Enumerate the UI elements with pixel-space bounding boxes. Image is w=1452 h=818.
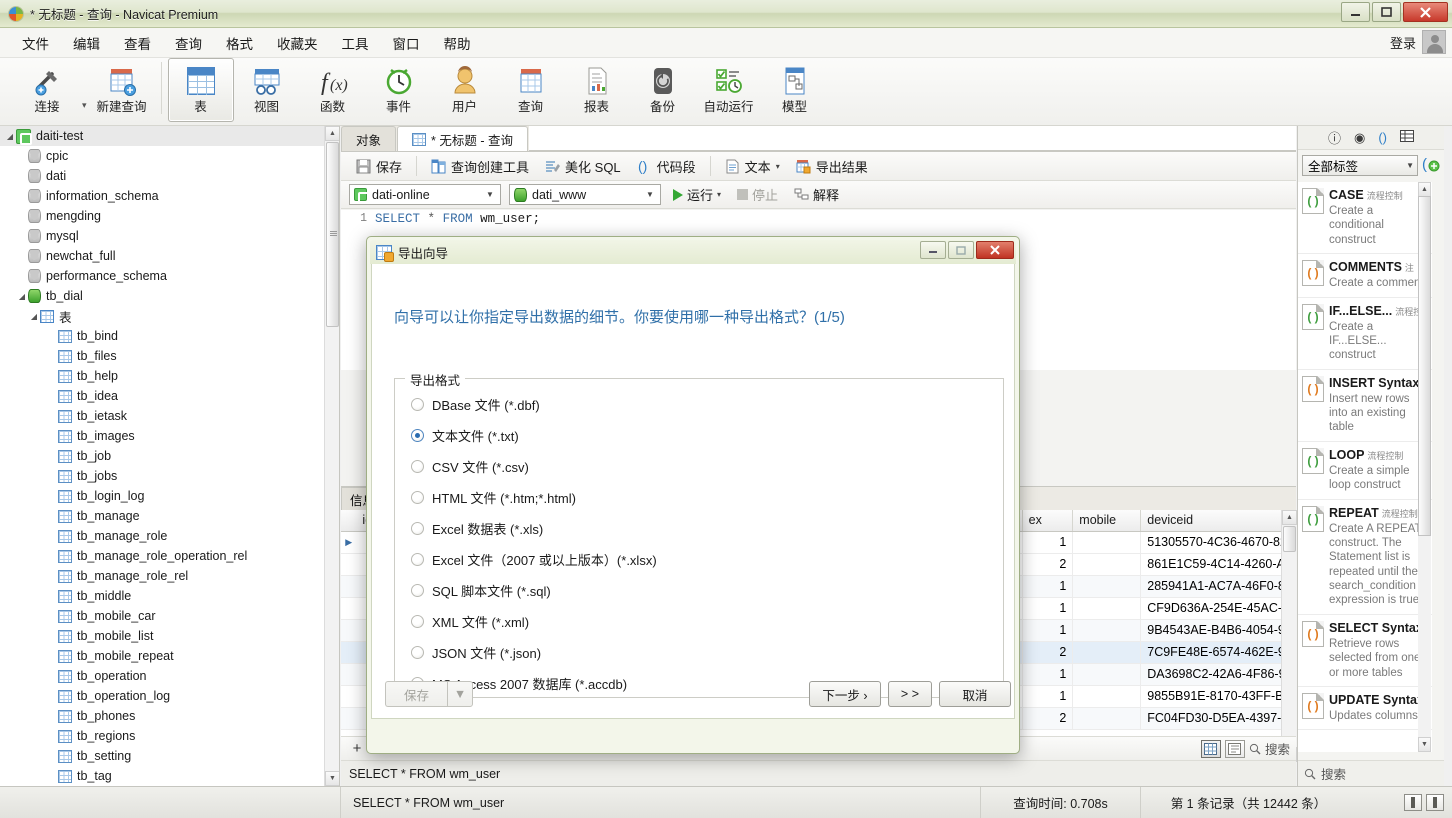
dialog-footer: 保存 ▼ 下一步 › > > 取消 <box>373 671 1023 717</box>
export-format-option-label: Excel 文件（2007 或以上版本）(*.xlsx) <box>432 553 657 568</box>
dialog-window-controls <box>920 241 1014 259</box>
export-format-option-label: HTML 文件 (*.htm;*.html) <box>432 491 576 506</box>
export-wizard-icon <box>376 244 394 262</box>
export-format-group: 导出格式 DBase 文件 (*.dbf) 文本文件 (*.txt) CSV 文件 … <box>394 370 1004 699</box>
export-wizard-dialog: 导出向导 向导可以让你指定导出数据的细节。你要使用哪一种导出格式？(1/5) 导… <box>366 236 1020 754</box>
dialog-maximize-button[interactable] <box>948 241 974 259</box>
save-profile-split-button[interactable]: 保存 ▼ <box>385 681 473 707</box>
export-format-option-label: DBase 文件 (*.dbf) <box>432 398 540 413</box>
skip-button[interactable]: > > <box>887 681 932 707</box>
export-format-option[interactable]: Excel 文件（2007 或以上版本）(*.xlsx) <box>395 544 1003 575</box>
export-format-option[interactable]: Excel 数据表 (*.xls) <box>395 513 1003 544</box>
dialog-action-buttons: 下一步 › > > 取消 <box>808 681 1011 707</box>
save-profile-button[interactable]: 保存 <box>385 681 447 707</box>
export-format-option-label: SQL 脚本文件 (*.sql) <box>432 584 551 599</box>
radio-button[interactable] <box>411 584 424 597</box>
radio-button[interactable] <box>411 398 424 411</box>
cancel-button[interactable]: 取消 <box>939 681 1011 707</box>
dialog-body: 向导可以让你指定导出数据的细节。你要使用哪一种导出格式？(1/5) 导出格式 D… <box>371 264 1015 719</box>
export-format-option[interactable]: CSV 文件 (*.csv) <box>395 451 1003 482</box>
export-format-option-label: XML 文件 (*.xml) <box>432 615 530 630</box>
modal-overlay: 导出向导 向导可以让你指定导出数据的细节。你要使用哪一种导出格式？(1/5) 导… <box>0 0 1452 818</box>
export-format-option-label: 文本文件 (*.txt) <box>432 429 519 444</box>
export-format-option-label: JSON 文件 (*.json) <box>432 646 542 661</box>
radio-button[interactable] <box>411 460 424 473</box>
navicat-window: * 无标题 - 查询 - Navicat Premium 文件 编辑 查看 查询… <box>0 0 1452 818</box>
next-button[interactable]: 下一步 › <box>808 681 881 707</box>
dialog-title-bar: 导出向导 <box>370 240 1016 264</box>
export-format-option-label: Excel 数据表 (*.xls) <box>432 522 544 537</box>
export-format-option[interactable]: 文本文件 (*.txt) <box>395 420 1003 451</box>
export-format-option[interactable]: JSON 文件 (*.json) <box>395 637 1003 668</box>
dialog-minimize-button[interactable] <box>920 241 946 259</box>
radio-button[interactable] <box>411 491 424 504</box>
export-format-option[interactable]: XML 文件 (*.xml) <box>395 606 1003 637</box>
dialog-hint-text: 向导可以让你指定导出数据的细节。你要使用哪一种导出格式？(1/5) <box>394 309 845 326</box>
radio-button[interactable] <box>411 522 424 535</box>
radio-button[interactable] <box>411 429 424 442</box>
radio-button[interactable] <box>411 646 424 659</box>
export-format-option[interactable]: SQL 脚本文件 (*.sql) <box>395 575 1003 606</box>
export-format-options: DBase 文件 (*.dbf) 文本文件 (*.txt) CSV 文件 (*.cs… <box>395 379 1003 699</box>
radio-button[interactable] <box>411 615 424 628</box>
dialog-close-button[interactable] <box>976 241 1014 259</box>
export-format-option[interactable]: DBase 文件 (*.dbf) <box>395 389 1003 420</box>
save-profile-dropdown[interactable]: ▼ <box>447 681 473 707</box>
export-format-option[interactable]: HTML 文件 (*.htm;*.html) <box>395 482 1003 513</box>
export-format-option-label: CSV 文件 (*.csv) <box>432 460 529 475</box>
export-format-legend: 导出格式 <box>405 370 466 389</box>
dialog-title: 导出向导 <box>398 246 449 261</box>
radio-button[interactable] <box>411 553 424 566</box>
